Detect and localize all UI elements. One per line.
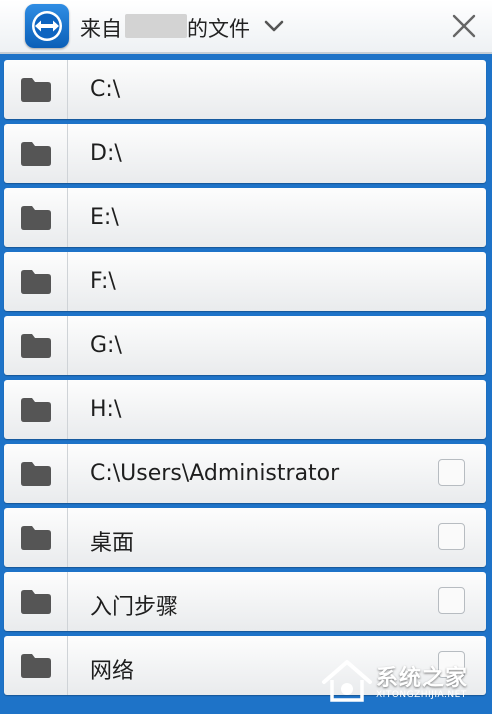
favorite-checkbox[interactable]: [438, 459, 465, 486]
folder-icon: [21, 142, 51, 166]
folder-icon: [21, 462, 51, 486]
list-item-label: G:\: [90, 333, 122, 358]
list-item-drive-g[interactable]: G:\: [4, 316, 486, 375]
redacted-name: [125, 14, 187, 38]
list-item-label: C:\Users\Administrator: [90, 461, 340, 486]
list-item-label: 桌面: [90, 531, 135, 556]
list-item-label: F:\: [90, 269, 116, 294]
chevron-down-icon[interactable]: [263, 18, 285, 34]
list-item-label: 网络: [90, 659, 135, 684]
list-item-drive-h[interactable]: H:\: [4, 380, 486, 439]
list-item-desktop[interactable]: 桌面: [4, 508, 486, 567]
folder-icon: [21, 334, 51, 358]
list-item-drive-e[interactable]: E:\: [4, 188, 486, 247]
folder-icon: [21, 78, 51, 102]
teamviewer-logo: [25, 4, 69, 48]
list-item-drive-f[interactable]: F:\: [4, 252, 486, 311]
window-title-prefix: 来自: [80, 17, 122, 41]
folder-icon: [21, 654, 51, 678]
list-item-label: D:\: [90, 141, 122, 166]
folder-icon: [21, 590, 51, 614]
house-logo-icon: [322, 660, 372, 702]
list-item-label: E:\: [90, 205, 119, 230]
folder-icon: [21, 206, 51, 230]
list-item-label: 入门步骤: [90, 595, 179, 620]
list-item-administrator[interactable]: C:\Users\Administrator: [4, 444, 486, 503]
favorite-checkbox[interactable]: [438, 587, 465, 614]
folder-icon: [21, 398, 51, 422]
list-item-drive-d[interactable]: D:\: [4, 124, 486, 183]
title-bar: 来自 的文件: [0, 0, 492, 54]
watermark-text: 系统之家: [376, 666, 469, 691]
watermark-url: XITONGZHIJIA.NET: [376, 690, 467, 700]
favorite-checkbox[interactable]: [438, 523, 465, 550]
list-item-label: C:\: [90, 77, 121, 102]
file-list: C:\ D:\ E:\ F:\ G:\ H:\ C:\Users\Adminis…: [0, 54, 492, 714]
list-item-label: H:\: [90, 397, 122, 422]
close-icon[interactable]: [450, 12, 478, 40]
list-item-getting-started[interactable]: 入门步骤: [4, 572, 486, 631]
watermark: 系统之家 XITONGZHIJIA.NET: [318, 650, 488, 710]
folder-icon: [21, 526, 51, 550]
list-item-drive-c[interactable]: C:\: [4, 60, 486, 119]
window-title-suffix: 的文件: [187, 17, 250, 41]
folder-icon: [21, 270, 51, 294]
